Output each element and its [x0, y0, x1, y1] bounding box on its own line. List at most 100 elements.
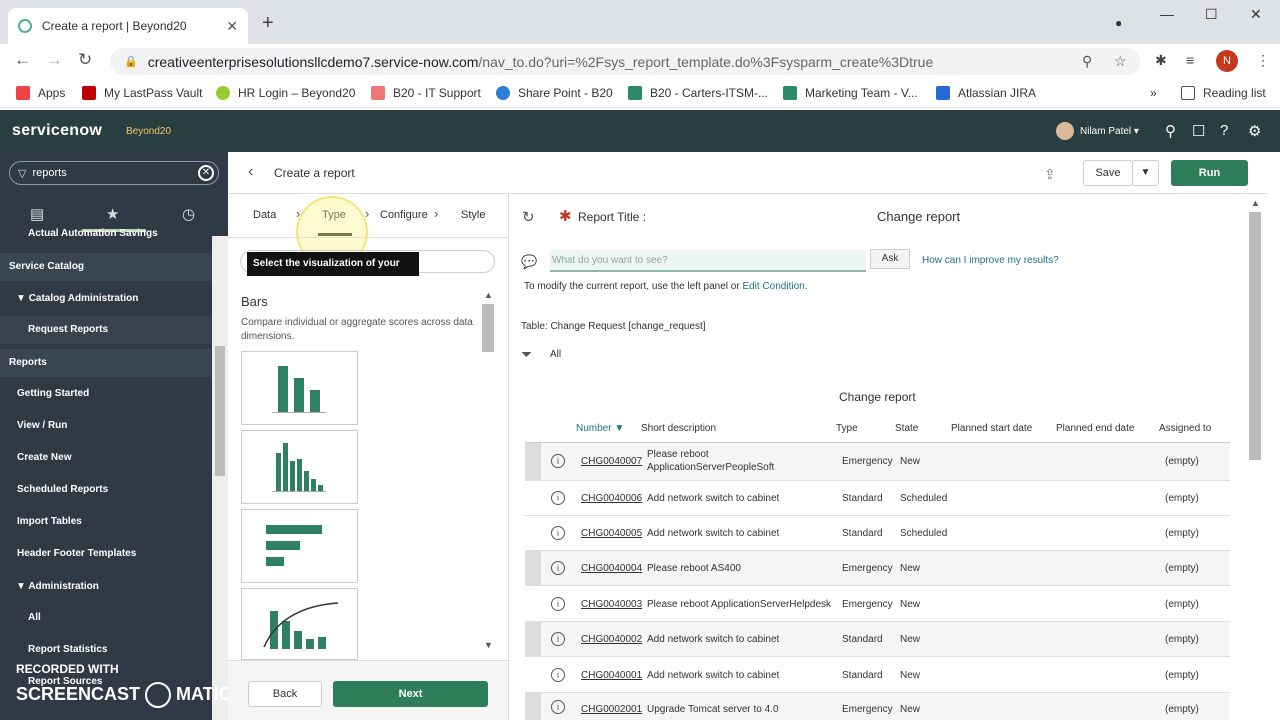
bookmark-jira[interactable]: Atlassian JIRA: [936, 86, 1036, 100]
history-clock-icon[interactable]: ◷: [182, 205, 195, 223]
ask-button[interactable]: Ask: [870, 249, 910, 269]
nav-create-new[interactable]: Create New: [0, 444, 212, 472]
reload-icon[interactable]: ↻: [78, 50, 92, 70]
nav-administration[interactable]: ▼ Administration: [0, 573, 212, 601]
apps-grid-icon: [16, 86, 30, 100]
tab-search-icon[interactable]: ●: [1115, 16, 1122, 30]
browser-tab[interactable]: Create a report | Beyond20 ✕: [8, 8, 248, 44]
col-number[interactable]: Number ▼: [576, 423, 624, 434]
chart-list-scroll-thumb[interactable]: [482, 304, 494, 352]
forward-arrow-icon[interactable]: →: [46, 50, 63, 70]
minimize-icon[interactable]: —: [1160, 6, 1174, 22]
reading-list[interactable]: Reading list: [1181, 86, 1266, 100]
nav-reports[interactable]: Reports: [0, 349, 212, 377]
info-icon[interactable]: i: [551, 668, 565, 682]
col-planned-start[interactable]: Planned start date: [951, 423, 1032, 434]
info-icon[interactable]: i: [551, 597, 565, 611]
col-type[interactable]: Type: [836, 423, 858, 434]
save-button[interactable]: Save: [1083, 160, 1133, 186]
bookmark-marketing[interactable]: Marketing Team - V...: [783, 86, 918, 100]
settings-gear-icon[interactable]: ⚙: [1248, 122, 1261, 140]
help-icon[interactable]: ?: [1220, 122, 1228, 139]
window-close-icon[interactable]: ✕: [1250, 6, 1262, 23]
bookmark-it-support[interactable]: B20 - IT Support: [371, 86, 481, 100]
chart-type-horizontal-bar[interactable]: [241, 509, 358, 583]
chart-list-scrollbar[interactable]: ▲ ▼: [481, 290, 495, 652]
navigator-scroll-thumb[interactable]: [215, 346, 225, 476]
report-title-value[interactable]: Change report: [877, 209, 960, 224]
step-configure[interactable]: Configure: [380, 209, 428, 221]
search-icon[interactable]: ⚲: [1165, 122, 1176, 140]
info-icon[interactable]: i: [551, 561, 565, 575]
nav-view-run[interactable]: View / Run: [0, 412, 212, 440]
panel-divider: [508, 194, 509, 720]
nav-actual-automation-savings[interactable]: Actual Automation Savings: [0, 228, 212, 240]
scroll-up-icon[interactable]: ▲: [1251, 198, 1260, 208]
all-apps-icon[interactable]: ▤: [30, 205, 44, 223]
tab-close-icon[interactable]: ✕: [226, 18, 238, 35]
filter-funnel-icon[interactable]: ⏷: [521, 346, 532, 363]
nav-scheduled-reports[interactable]: Scheduled Reports: [0, 476, 212, 504]
chart-type-histogram[interactable]: [241, 430, 358, 504]
navigator-filter-input[interactable]: ▽ reports ✕: [9, 161, 219, 185]
report-scrollbar[interactable]: ▲: [1248, 198, 1262, 720]
table-label: Table: Change Request [change_request]: [521, 321, 706, 332]
nav-report-statistics[interactable]: Report Statistics: [0, 636, 212, 664]
next-button[interactable]: Next: [333, 681, 488, 707]
edit-condition-link[interactable]: Edit Condition.: [742, 281, 807, 292]
nav-all[interactable]: All: [0, 604, 212, 632]
nav-getting-started[interactable]: Getting Started: [0, 380, 212, 408]
new-tab-icon[interactable]: +: [262, 12, 274, 35]
media-icon[interactable]: ≡: [1186, 52, 1194, 68]
omnibox[interactable]: 🔒 creativeenterprisesolutionsllcdemo7.se…: [110, 48, 1140, 75]
extensions-icon[interactable]: ✱: [1155, 52, 1167, 69]
back-arrow-icon[interactable]: ←: [14, 50, 31, 70]
improve-results-link[interactable]: How can I improve my results?: [922, 255, 1059, 266]
user-menu[interactable]: Nilam Patel ▾: [1056, 122, 1139, 140]
bookmark-hr-login[interactable]: HR Login – Beyond20: [216, 86, 355, 100]
nav-catalog-administration[interactable]: ▼ Catalog Administration: [0, 285, 212, 313]
maximize-icon[interactable]: ☐: [1205, 6, 1218, 23]
scroll-down-icon[interactable]: ▼: [484, 640, 493, 650]
save-dropdown-button[interactable]: ▼: [1132, 160, 1159, 186]
bookmark-star-icon[interactable]: ☆: [1114, 53, 1127, 70]
scroll-up-icon[interactable]: ▲: [484, 290, 493, 300]
refresh-icon[interactable]: ↻: [522, 208, 535, 226]
nav-request-reports[interactable]: Request Reports: [0, 316, 212, 344]
chart-type-bar[interactable]: [241, 351, 358, 425]
info-icon[interactable]: i: [551, 491, 565, 505]
bookmarks-overflow-icon[interactable]: »: [1150, 86, 1157, 100]
nav-header-footer-templates[interactable]: Header Footer Templates: [0, 540, 212, 568]
col-planned-end[interactable]: Planned end date: [1056, 423, 1134, 434]
report-scroll-thumb[interactable]: [1249, 212, 1261, 460]
ask-input[interactable]: What do you want to see?: [550, 250, 866, 272]
back-button[interactable]: Back: [248, 681, 322, 707]
col-assigned-to[interactable]: Assigned to: [1159, 423, 1211, 434]
info-icon[interactable]: i: [551, 454, 565, 468]
zoom-icon[interactable]: ⚲: [1082, 53, 1092, 70]
bookmark-lastpass[interactable]: My LastPass Vault: [82, 86, 202, 100]
bookmark-carters[interactable]: B20 - Carters-ITSM-...: [628, 86, 768, 100]
step-style[interactable]: Style: [461, 209, 485, 221]
navigator-scrollbar[interactable]: [212, 236, 228, 720]
run-button[interactable]: Run: [1171, 160, 1248, 186]
connect-chat-icon[interactable]: ☐: [1192, 122, 1205, 140]
chart-type-pareto[interactable]: [241, 588, 358, 660]
bookmark-sharepoint[interactable]: Share Point - B20: [496, 86, 613, 100]
profile-avatar[interactable]: N: [1216, 50, 1238, 72]
favorites-star-icon[interactable]: ★: [106, 205, 119, 223]
back-chevron-icon[interactable]: ‹: [248, 163, 253, 181]
nav-service-catalog[interactable]: Service Catalog: [0, 253, 212, 281]
bookmark-apps[interactable]: Apps: [16, 86, 65, 100]
nav-import-tables[interactable]: Import Tables: [0, 508, 212, 536]
info-icon[interactable]: i: [551, 700, 565, 714]
col-short-description[interactable]: Short description: [641, 423, 716, 434]
chrome-menu-icon[interactable]: ⋮: [1256, 52, 1270, 69]
clear-filter-icon[interactable]: ✕: [198, 165, 214, 181]
info-icon[interactable]: i: [551, 632, 565, 646]
info-icon[interactable]: i: [551, 526, 565, 540]
col-state[interactable]: State: [895, 423, 918, 434]
servicenow-logo[interactable]: servicenow: [12, 122, 102, 140]
step-data[interactable]: Data: [253, 209, 276, 221]
share-icon[interactable]: ⇪: [1044, 166, 1056, 183]
